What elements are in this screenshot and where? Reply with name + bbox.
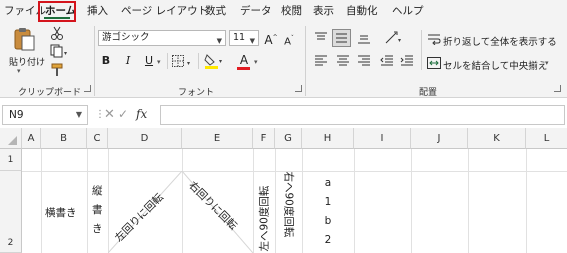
shrink-font-button[interactable]: Aˇ: [282, 31, 296, 47]
cell-g2[interactable]: 右へ90度回転: [282, 172, 297, 252]
more-icon[interactable]: ⋮: [95, 109, 105, 120]
format-painter-icon[interactable]: [50, 63, 66, 80]
svg-text:▾: ▾: [187, 60, 190, 67]
chevron-down-icon: ▼: [216, 37, 222, 45]
cell-h2-line: b: [324, 215, 332, 227]
merge-center-button[interactable]: セルを結合して中央揃え: [443, 58, 547, 72]
increase-indent-icon[interactable]: [400, 55, 414, 70]
cell-h2[interactable]: a 1 b 2: [302, 174, 354, 250]
merge-dropdown-icon[interactable]: ▾: [545, 59, 549, 67]
column-header-f[interactable]: F: [253, 128, 275, 149]
align-bottom-icon[interactable]: [357, 32, 371, 47]
copy-icon[interactable]: ▾: [50, 44, 68, 61]
tab-formulas[interactable]: 数式: [205, 3, 226, 19]
align-left-icon[interactable]: [314, 55, 328, 70]
cell-b2[interactable]: 横書き: [45, 205, 77, 220]
cell-h2-line: 2: [324, 234, 332, 246]
rotated-cell-borders: [108, 171, 253, 253]
paste-icon[interactable]: [12, 26, 36, 55]
column-header-i[interactable]: I: [354, 128, 411, 149]
font-launcher-icon[interactable]: [295, 85, 302, 92]
borders-icon[interactable]: ▾: [172, 55, 194, 71]
italic-button[interactable]: I: [121, 53, 135, 69]
align-right-icon[interactable]: [357, 55, 371, 70]
divider: [167, 53, 168, 69]
column-header-e[interactable]: E: [182, 128, 253, 149]
bold-button[interactable]: B: [99, 53, 113, 69]
column-header-h[interactable]: H: [302, 128, 354, 149]
chevron-down-icon: ▼: [75, 110, 82, 119]
clipboard-launcher-icon[interactable]: [84, 85, 91, 92]
row-header-2[interactable]: 2: [0, 171, 22, 253]
cell-f2[interactable]: 左へ90度回転: [257, 172, 272, 252]
name-box[interactable]: N9 ▼: [2, 105, 88, 125]
column-header-g[interactable]: G: [275, 128, 302, 149]
cell-h2-line: 1: [324, 196, 332, 208]
fill-color-icon[interactable]: ▾: [204, 53, 226, 73]
spreadsheet-grid: A B C D E F G H I J K L 1 2 横書き 縦書き 左回りに…: [0, 128, 567, 253]
chevron-down-icon: ▼: [249, 37, 255, 45]
svg-text:▾: ▾: [64, 50, 67, 57]
tab-insert[interactable]: 挿入: [87, 3, 108, 19]
group-divider: [305, 26, 306, 96]
font-color-button[interactable]: A: [237, 52, 251, 68]
column-header-d[interactable]: D: [108, 128, 182, 149]
align-top-icon[interactable]: [314, 32, 328, 47]
font-color-swatch: [237, 67, 250, 70]
row-header-1[interactable]: 1: [0, 149, 22, 171]
paste-dropdown-icon[interactable]: ▾: [17, 67, 21, 75]
column-header-b[interactable]: B: [41, 128, 87, 149]
font-group-label: フォント: [178, 88, 215, 98]
column-header-j[interactable]: J: [411, 128, 468, 149]
svg-text:▾: ▾: [398, 37, 401, 44]
tab-page-layout[interactable]: ページ レイアウト: [121, 3, 208, 19]
underline-dropdown-icon[interactable]: ▾: [157, 58, 161, 66]
cancel-icon[interactable]: ✕: [104, 107, 115, 122]
alignment-group-label: 配置: [419, 88, 438, 98]
merge-center-icon[interactable]: [427, 57, 441, 72]
tab-data[interactable]: データ: [240, 3, 272, 19]
column-header-k[interactable]: K: [468, 128, 526, 149]
tab-view[interactable]: 表示: [313, 3, 334, 19]
divider: [421, 30, 422, 70]
align-center-icon[interactable]: [336, 55, 350, 70]
decrease-indent-icon[interactable]: [380, 55, 394, 70]
formula-bar: N9 ▼ ⋮ ✕ ✓ fx: [0, 104, 567, 128]
menu-bar: ファイル ホーム 挿入 ページ レイアウト 数式 データ 校閲 表示 自動化 ヘ…: [0, 0, 567, 22]
formula-input[interactable]: [160, 105, 565, 125]
cut-icon[interactable]: [50, 26, 64, 43]
ribbon: 貼り付け ▾ ▾ クリップボード 游ゴシック ▼ 11 ▼ A^ Aˇ B I U …: [0, 22, 567, 98]
group-divider: [94, 26, 95, 96]
tab-help[interactable]: ヘルプ: [392, 3, 424, 19]
tab-automate[interactable]: 自動化: [346, 3, 378, 19]
select-all-corner[interactable]: [0, 128, 22, 149]
underline-button[interactable]: U: [142, 53, 156, 69]
paste-button[interactable]: 貼り付け: [9, 55, 45, 68]
column-header-a[interactable]: A: [22, 128, 41, 149]
svg-text:▾: ▾: [219, 58, 222, 65]
font-color-dropdown-icon[interactable]: ▾: [254, 58, 258, 66]
tab-review[interactable]: 校閲: [281, 3, 302, 19]
font-size-select[interactable]: 11 ▼: [229, 30, 259, 46]
highlight-box: [38, 1, 76, 22]
grow-font-button[interactable]: A^: [264, 30, 278, 47]
insert-function-button[interactable]: fx: [136, 107, 147, 121]
clipboard-group-label: クリップボード: [18, 88, 82, 98]
wrap-text-icon[interactable]: [427, 33, 441, 48]
column-header-l[interactable]: L: [526, 128, 567, 149]
cell-h2-line: a: [324, 177, 332, 189]
align-middle-icon[interactable]: [332, 29, 351, 47]
column-header-c[interactable]: C: [87, 128, 108, 149]
enter-icon[interactable]: ✓: [118, 107, 128, 121]
cell-c2[interactable]: 縦書き: [92, 182, 104, 239]
alignment-launcher-icon[interactable]: [554, 85, 561, 92]
divider: [198, 53, 199, 69]
wrap-text-button[interactable]: 折り返して全体を表示する: [443, 34, 557, 48]
font-name-select[interactable]: 游ゴシック ▼: [98, 30, 226, 46]
orientation-icon[interactable]: ▾: [384, 30, 406, 49]
